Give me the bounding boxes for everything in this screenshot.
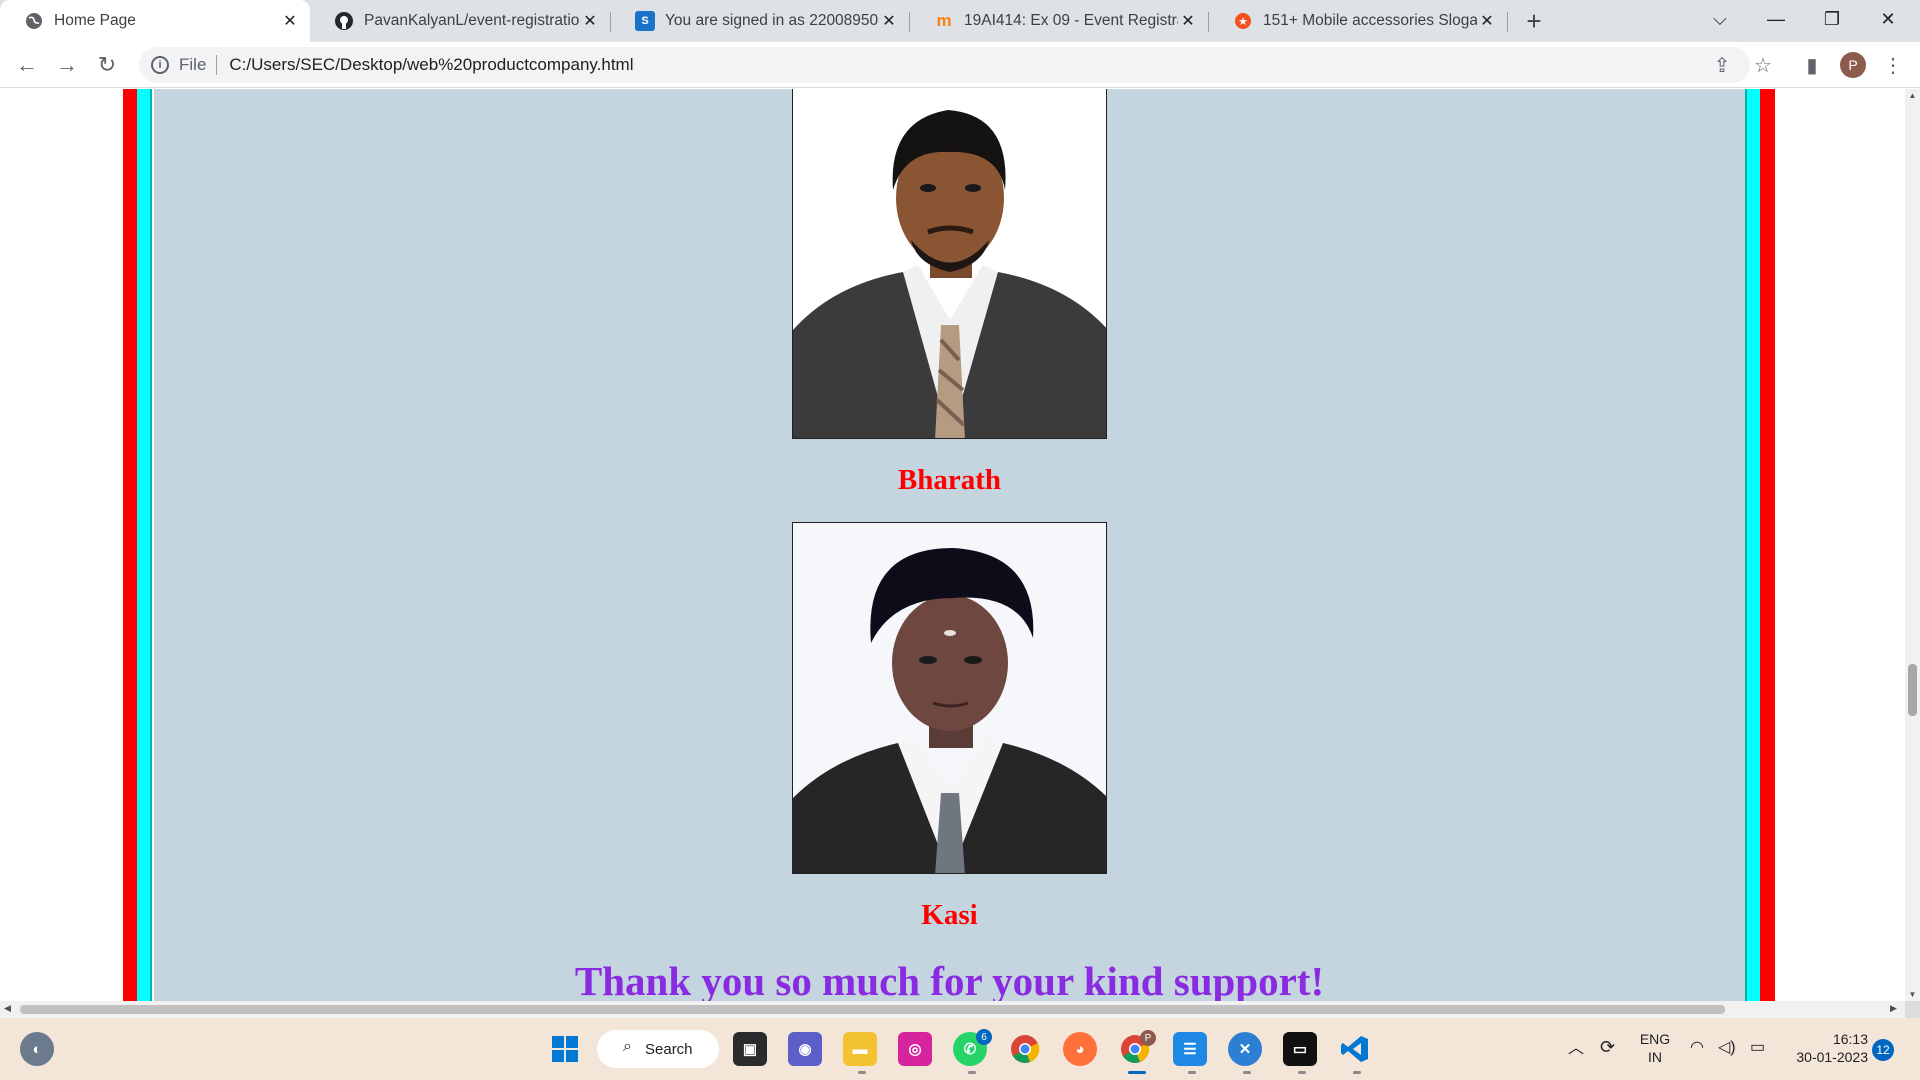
tab-title: You are signed in as 22008950 <box>665 12 879 29</box>
vertical-scrollbar[interactable]: ▲ ▼ <box>1905 89 1920 1001</box>
notepad-icon[interactable]: ☰ <box>1173 1032 1207 1066</box>
border-red-left <box>123 89 137 1001</box>
site-info-icon[interactable]: i <box>151 56 169 74</box>
firefox-icon[interactable]: ◕ <box>1063 1032 1097 1066</box>
border-cyan-right <box>1745 89 1760 1001</box>
scroll-up-arrow-icon[interactable]: ▲ <box>1905 91 1920 100</box>
chrome-icon[interactable] <box>1008 1032 1042 1066</box>
vscode-icon[interactable] <box>1338 1032 1372 1066</box>
clock[interactable]: 16:13 30-01-2023 <box>1788 1030 1868 1066</box>
whatsapp-badge: 6 <box>976 1029 992 1045</box>
side-panel-icon[interactable]: ▮ <box>1797 50 1827 80</box>
running-indicator <box>858 1071 866 1074</box>
scrollbar-corner <box>1905 1001 1920 1018</box>
globe-icon <box>24 11 44 31</box>
address-bar[interactable]: i File C:/Users/SEC/Desktop/web%20produc… <box>139 47 1750 83</box>
page-viewport: Bharath Kasi Thank you so much for your … <box>0 89 1905 1001</box>
new-tab-button[interactable]: + <box>1519 6 1549 36</box>
page-content: Bharath Kasi Thank you so much for your … <box>154 89 1745 1001</box>
language-line1: ENG <box>1639 1031 1671 1047</box>
tab-title: 19AI414: Ex 09 - Event Registratic <box>964 12 1178 29</box>
running-indicator <box>1353 1071 1361 1074</box>
windows-start-icon[interactable] <box>548 1032 582 1066</box>
thank-you-message: Thank you so much for your kind support! <box>574 958 1325 1001</box>
menu-kebab-icon[interactable]: ⋮ <box>1878 50 1908 80</box>
browser-toolbar: ← → ↻ i File C:/Users/SEC/Desktop/web%20… <box>0 42 1920 88</box>
sync-icon[interactable]: ⟳ <box>1600 1038 1615 1056</box>
search-label: Search <box>645 1040 693 1058</box>
close-tab-icon[interactable]: ✕ <box>580 11 600 31</box>
vertical-scroll-thumb[interactable] <box>1908 664 1917 716</box>
close-tab-icon[interactable]: ✕ <box>1477 11 1497 31</box>
clock-date: 30-01-2023 <box>1796 1049 1868 1065</box>
tab-title: 151+ Mobile accessories Slogans <box>1263 12 1477 29</box>
scroll-left-arrow-icon[interactable]: ◀ <box>4 1003 11 1014</box>
github-icon <box>334 11 354 31</box>
border-cyan-left <box>137 89 152 1001</box>
clock-time: 16:13 <box>1832 1031 1868 1047</box>
battery-icon[interactable]: ▭ <box>1750 1039 1765 1057</box>
running-indicator <box>1298 1071 1306 1074</box>
tab-github[interactable]: PavanKalyanL/event-registration ✕ <box>310 0 610 42</box>
portrait-photo-bharath <box>792 89 1107 439</box>
scroll-right-arrow-icon[interactable]: ▶ <box>1890 1003 1897 1014</box>
tab-home-page[interactable]: Home Page ✕ <box>0 0 310 42</box>
language-indicator[interactable]: ENG IN <box>1637 1030 1673 1066</box>
notification-count-badge[interactable]: 12 <box>1872 1039 1894 1061</box>
reload-icon[interactable]: ↻ <box>92 50 122 80</box>
svg-text:★: ★ <box>1238 15 1248 28</box>
close-tab-icon[interactable]: ✕ <box>280 11 300 31</box>
tab-signed-in[interactable]: S You are signed in as 22008950 ✕ <box>611 0 909 42</box>
instagram-icon[interactable]: ◎ <box>898 1032 932 1066</box>
tab-moodle[interactable]: m 19AI414: Ex 09 - Event Registratic ✕ <box>910 0 1208 42</box>
language-line2: IN <box>1648 1049 1662 1065</box>
tab-separator <box>1507 12 1508 32</box>
close-tab-icon[interactable]: ✕ <box>1178 11 1198 31</box>
bookmark-star-icon[interactable]: ☆ <box>1748 50 1778 80</box>
teams-chat-icon[interactable]: ◉ <box>788 1032 822 1066</box>
restore-icon[interactable]: ❐ <box>1804 0 1860 38</box>
chrome-profile-badge: P <box>1140 1030 1156 1046</box>
volume-icon[interactable]: ◁) <box>1718 1039 1736 1057</box>
portrait-photo-kasi <box>792 522 1107 874</box>
file-explorer-icon[interactable]: ▬ <box>843 1032 877 1066</box>
close-window-icon[interactable]: ✕ <box>1860 0 1916 38</box>
active-app-indicator <box>1128 1071 1146 1074</box>
terminal-icon[interactable]: ▭ <box>1283 1032 1317 1066</box>
star-badge-icon: ★ <box>1233 11 1253 31</box>
address-scheme: File <box>179 55 207 74</box>
horizontal-scroll-thumb[interactable] <box>20 1005 1725 1014</box>
moodle-icon: m <box>936 11 952 30</box>
scroll-down-arrow-icon[interactable]: ▼ <box>1905 990 1920 999</box>
forward-icon[interactable]: → <box>52 50 82 80</box>
close-tab-icon[interactable]: ✕ <box>879 11 899 31</box>
member-name: Kasi <box>921 899 978 931</box>
tab-strip: Home Page ✕ PavanKalyanL/event-registrat… <box>0 0 1920 42</box>
tab-title: Home Page <box>54 12 136 29</box>
address-divider <box>216 55 218 75</box>
profile-avatar[interactable]: P <box>1840 52 1866 78</box>
tab-slogans[interactable]: ★ 151+ Mobile accessories Slogans ✕ <box>1209 0 1507 42</box>
task-view-icon[interactable]: ▣ <box>733 1032 767 1066</box>
wifi-icon[interactable]: ◠ <box>1690 1039 1704 1057</box>
horizontal-scrollbar[interactable]: ◀ ▶ <box>0 1001 1905 1018</box>
back-icon[interactable]: ← <box>12 50 42 80</box>
weather-widget-icon[interactable]: ◐ <box>20 1032 54 1066</box>
running-indicator <box>1243 1071 1251 1074</box>
running-indicator <box>1188 1071 1196 1074</box>
tab-title: PavanKalyanL/event-registration <box>364 12 580 29</box>
share-icon[interactable]: ⇪ <box>1707 50 1737 80</box>
running-indicator <box>968 1071 976 1074</box>
xampp-icon[interactable]: ✕ <box>1228 1032 1262 1066</box>
address-url[interactable]: C:/Users/SEC/Desktop/web%20productcompan… <box>229 55 633 75</box>
minimize-icon[interactable]: — <box>1748 0 1804 38</box>
member-name: Bharath <box>897 464 1002 496</box>
show-hidden-icons-icon[interactable]: ︿ <box>1568 1040 1584 1058</box>
search-icon: ⌕ <box>623 1038 632 1055</box>
border-red-right <box>1760 89 1775 1001</box>
taskbar-search[interactable]: ⌕ Search <box>597 1030 719 1068</box>
tab-search-dropdown-icon[interactable]: ⌵ <box>1692 0 1748 38</box>
s-icon: S <box>635 11 655 31</box>
